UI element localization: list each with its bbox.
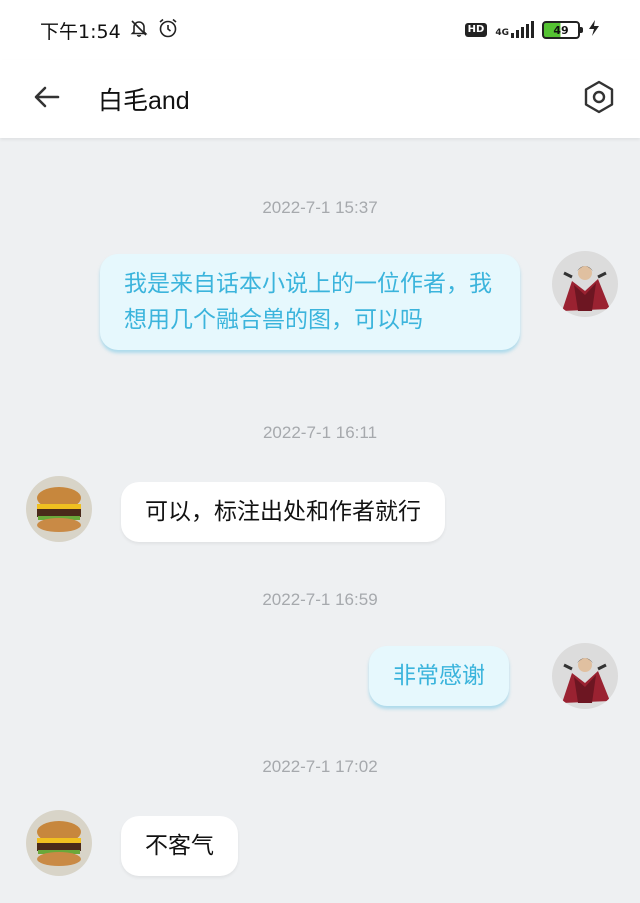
message-timestamp: 2022-7-1 16:59 [262,590,378,609]
signal-icon: 4G [495,21,534,38]
alarm-icon [157,17,179,43]
avatar-contact[interactable] [26,476,92,542]
chat-header: 白毛and [0,60,640,138]
avatar-contact[interactable] [26,810,92,876]
status-bar: 下午1:54 HD 4G 49 [0,0,640,60]
avatar-self[interactable] [552,643,618,709]
message-timestamp: 2022-7-1 17:02 [262,757,378,776]
hexagon-settings-icon [581,79,617,119]
network-type: 4G [495,28,509,38]
battery-level: 49 [553,23,569,37]
settings-button[interactable] [578,78,620,120]
message-timestamp: 2022-7-1 16:11 [262,423,378,442]
avatar-self[interactable] [552,251,618,317]
message-timestamp: 2022-7-1 15:37 [262,198,378,217]
arrow-left-icon [32,82,62,116]
charging-icon [588,19,600,41]
status-left: 下午1:54 [40,17,179,44]
status-time: 下午1:54 [40,20,121,43]
incoming-message[interactable]: 可以，标注出处和作者就行 [121,482,445,542]
bell-off-icon [129,18,149,42]
status-right: HD 4G 49 [464,19,600,41]
battery-icon: 49 [542,21,583,39]
outgoing-message[interactable]: 非常感谢 [369,646,509,706]
back-button[interactable] [24,76,70,122]
page-title: 白毛and [98,87,190,115]
incoming-message[interactable]: 不客气 [121,816,238,876]
hd-badge: HD [464,23,488,37]
outgoing-message[interactable]: 我是来自话本小说上的一位作者，我想用几个融合兽的图，可以吗 [100,254,520,350]
